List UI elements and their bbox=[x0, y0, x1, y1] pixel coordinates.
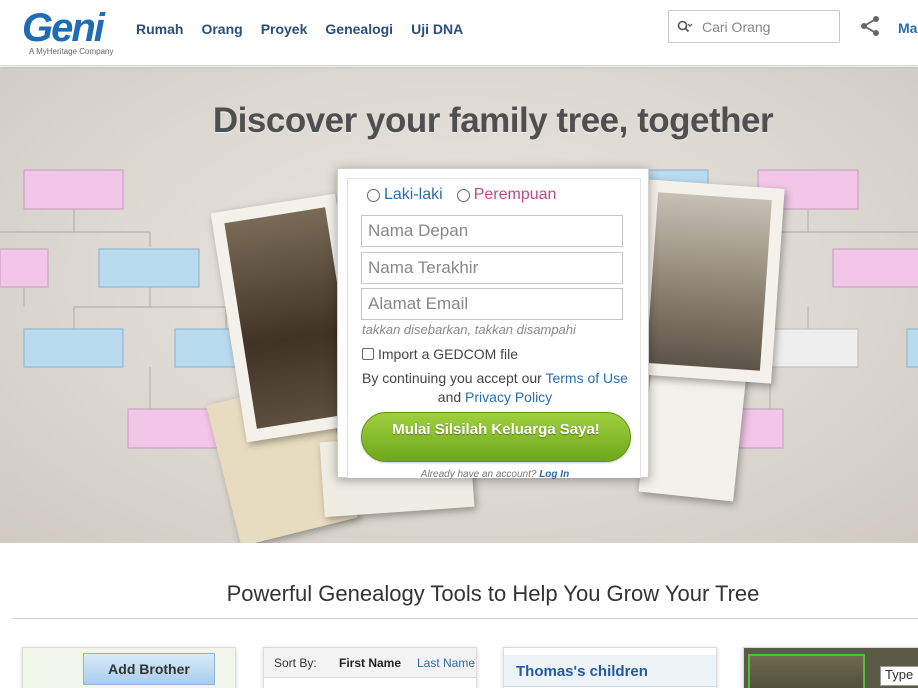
email-field[interactable] bbox=[361, 288, 623, 320]
gender-male-radio[interactable] bbox=[367, 188, 380, 202]
nav-item-genealogi[interactable]: Genealogi bbox=[325, 21, 393, 37]
email-hint: takkan disebarkan, takkan disampahi bbox=[362, 322, 576, 337]
last-name-field[interactable] bbox=[361, 252, 623, 284]
terms-of-use-link[interactable]: Terms of Use bbox=[545, 370, 627, 386]
privacy-policy-link[interactable]: Privacy Policy bbox=[465, 389, 552, 405]
gender-female-radio[interactable] bbox=[456, 188, 470, 202]
top-header: Geni A MyHeritage Company Rumah Orang Pr… bbox=[0, 0, 918, 66]
vintage-photo-couple bbox=[633, 179, 785, 384]
search-input[interactable] bbox=[702, 17, 834, 37]
hero-section: Discover your family tree, together Laki… bbox=[0, 67, 918, 543]
nav-item-orang[interactable]: Orang bbox=[201, 21, 242, 37]
first-name-field[interactable] bbox=[361, 215, 623, 247]
gender-female-option[interactable]: Perempuan bbox=[456, 186, 557, 204]
sort-by-label: Sort By: bbox=[274, 656, 317, 670]
gender-male-option[interactable]: Laki-laki bbox=[367, 186, 443, 204]
login-prompt: Already have an account? Log In bbox=[348, 469, 642, 480]
share-icon[interactable] bbox=[859, 15, 881, 37]
sort-first-name[interactable]: First Name bbox=[339, 656, 401, 670]
search-icon[interactable] bbox=[677, 20, 693, 34]
terms-and: and bbox=[437, 389, 462, 405]
account-menu-link[interactable]: Ma bbox=[898, 20, 917, 36]
gender-male-label: Laki-laki bbox=[384, 186, 443, 203]
logo-wordmark: Geni bbox=[22, 6, 105, 50]
nav-item-proyek[interactable]: Proyek bbox=[261, 21, 308, 37]
type-dropdown[interactable]: Type bbox=[880, 666, 918, 686]
gedcom-checkbox[interactable] bbox=[362, 348, 374, 360]
terms-prefix: By continuing you accept our bbox=[362, 370, 542, 386]
signup-card: Laki-laki Perempuan takkan disebarkan, t… bbox=[337, 168, 649, 480]
nav-item-uji-dna[interactable]: Uji DNA bbox=[411, 21, 463, 37]
add-brother-button[interactable]: Add Brother bbox=[83, 653, 215, 685]
already-account-text: Already have an account? bbox=[420, 469, 537, 480]
gender-selector: Laki-laki Perempuan bbox=[367, 186, 556, 204]
children-title: Thomas's children bbox=[516, 663, 648, 680]
children-header: Thomas's children bbox=[504, 655, 716, 687]
tools-section-title: Powerful Genealogy Tools to Help You Gro… bbox=[226, 581, 760, 606]
tagged-photo bbox=[748, 654, 865, 688]
geni-logo[interactable]: Geni A MyHeritage Company bbox=[22, 6, 118, 58]
gender-female-label: Perempuan bbox=[473, 186, 557, 203]
tool-card-add-relatives[interactable]: Add Brother bbox=[22, 647, 236, 688]
terms-text: By continuing you accept our Terms of Us… bbox=[348, 369, 642, 407]
tool-card-sorting[interactable]: Sort By: First Name Last Name bbox=[263, 647, 477, 688]
hero-title: Discover your family tree, together bbox=[212, 101, 774, 140]
gedcom-option[interactable]: Import a GEDCOM file bbox=[362, 346, 518, 362]
tool-card-children[interactable]: Thomas's children bbox=[503, 647, 717, 688]
section-divider bbox=[13, 618, 918, 619]
signup-form: Laki-laki Perempuan takkan disebarkan, t… bbox=[347, 178, 642, 480]
login-link[interactable]: Log In bbox=[539, 469, 569, 480]
gedcom-label: Import a GEDCOM file bbox=[378, 346, 519, 362]
main-nav: Rumah Orang Proyek Genealogi Uji DNA bbox=[136, 21, 463, 37]
start-tree-button[interactable]: Mulai Silsilah Keluarga Saya! bbox=[361, 412, 631, 462]
nav-item-rumah[interactable]: Rumah bbox=[136, 21, 183, 37]
tool-card-photo-tagging[interactable]: Type bbox=[743, 647, 918, 688]
logo-tagline: A MyHeritage Company bbox=[29, 47, 114, 56]
sort-last-name[interactable]: Last Name bbox=[417, 656, 475, 670]
search-box bbox=[668, 10, 840, 43]
